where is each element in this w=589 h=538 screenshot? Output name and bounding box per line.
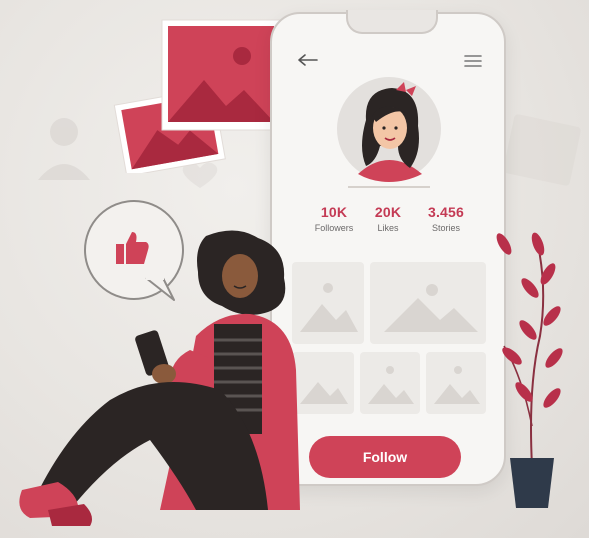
plant-pot xyxy=(510,458,554,508)
profile-avatar xyxy=(337,77,441,182)
gallery-tile[interactable] xyxy=(360,352,420,414)
follow-button[interactable]: Follow xyxy=(309,436,461,478)
stat-followers-value: 10K xyxy=(320,204,348,220)
floating-photo-frames xyxy=(113,19,281,173)
back-arrow-icon[interactable] xyxy=(296,52,320,68)
illustration-canvas: 10K Followers 20K Likes 3.456 Stories Fo… xyxy=(0,0,589,538)
potted-plant-illustration xyxy=(496,232,563,508)
avatar-divider xyxy=(348,186,430,188)
stat-stories-label: Stories xyxy=(431,223,460,233)
hamburger-menu-icon[interactable] xyxy=(463,54,483,68)
stat-stories: 3.456 Stories xyxy=(416,204,476,233)
phone-notch xyxy=(346,10,438,34)
gallery-tile[interactable] xyxy=(426,352,486,414)
stat-likes-label: Likes xyxy=(377,223,399,233)
user-silhouette-icon xyxy=(38,118,90,180)
background-image-card xyxy=(503,114,581,186)
image-placeholder-icon xyxy=(384,284,478,332)
image-placeholder-icon xyxy=(434,366,480,404)
photo-frame-front xyxy=(161,19,281,131)
stat-likes-value: 20K xyxy=(374,204,402,220)
gallery-tile[interactable] xyxy=(370,262,486,344)
woman-sitting-illustration xyxy=(19,230,300,526)
image-placeholder-icon xyxy=(368,366,414,404)
stat-likes: 20K Likes xyxy=(358,204,418,233)
stat-stories-value: 3.456 xyxy=(427,204,465,220)
